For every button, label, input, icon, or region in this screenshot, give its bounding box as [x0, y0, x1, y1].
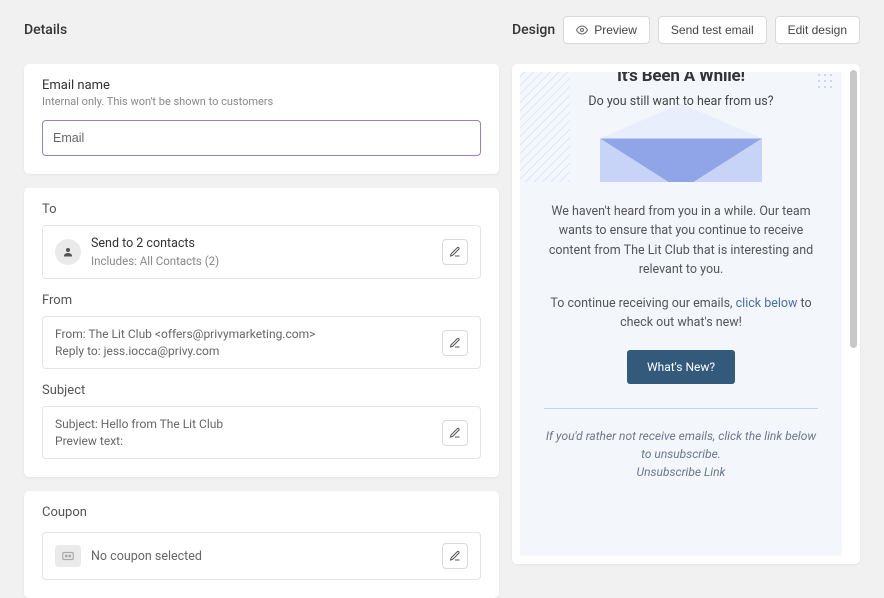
subject-line1: Subject: Hello from The Lit Club [55, 417, 223, 431]
unsubscribe-link[interactable]: Unsubscribe Link [544, 463, 818, 481]
edit-design-button[interactable]: Edit design [775, 16, 860, 44]
recipients-card: To Send to 2 contacts Includes: All Cont… [24, 188, 499, 477]
email-footer-p1: If you'd rather not receive emails, clic… [544, 427, 818, 463]
from-line1: From: The Lit Club <offers@privymarketin… [55, 327, 315, 341]
from-row: From: The Lit Club <offers@privymarketin… [42, 316, 481, 369]
email-preview-panel: It's Been A While! Do you still want to … [512, 64, 860, 564]
email-name-helper: Internal only. This won't be shown to cu… [42, 95, 481, 108]
edit-subject-button[interactable] [442, 420, 468, 446]
email-name-label: Email name [42, 78, 481, 93]
coupon-row: No coupon selected [42, 532, 481, 580]
edit-design-label: Edit design [788, 23, 847, 37]
subject-row: Subject: Hello from The Lit Club Preview… [42, 406, 481, 459]
subject-label: Subject [42, 383, 481, 398]
to-row: Send to 2 contacts Includes: All Contact… [42, 225, 481, 279]
edit-to-button[interactable] [442, 239, 468, 265]
envelope-icon [581, 98, 781, 182]
eye-icon [576, 24, 588, 36]
preview-button-label: Preview [594, 23, 637, 37]
decorative-lines [520, 72, 570, 182]
preview-scrollbar[interactable] [850, 70, 857, 558]
email-name-card: Email name Internal only. This won't be … [24, 64, 499, 174]
preview-button[interactable]: Preview [563, 16, 650, 44]
edit-from-button[interactable] [442, 330, 468, 356]
to-line1: Send to 2 contacts [91, 236, 219, 251]
whats-new-button[interactable]: What's New? [627, 350, 735, 384]
coupon-card: Coupon No coupon selected [24, 491, 499, 598]
coupon-label: Coupon [42, 505, 481, 520]
email-body-p1: We haven't heard from you in a while. Ou… [544, 202, 818, 280]
details-title: Details [24, 22, 67, 38]
from-line2: Reply to: jess.iocca@privy.com [55, 344, 315, 358]
edit-coupon-button[interactable] [442, 543, 468, 569]
to-label: To [42, 202, 481, 217]
email-name-input[interactable] [42, 120, 481, 156]
email-headline: It's Been A While! [520, 72, 842, 86]
divider [544, 408, 818, 409]
design-title: Design [512, 22, 555, 38]
send-test-label: Send test email [671, 23, 754, 37]
to-line2: Includes: All Contacts (2) [91, 254, 219, 268]
coupon-line1: No coupon selected [91, 549, 202, 564]
from-label: From [42, 293, 481, 308]
contacts-icon [55, 239, 81, 265]
send-test-button[interactable]: Send test email [658, 16, 767, 44]
subject-line2: Preview text: [55, 434, 223, 448]
email-body-p2: To continue receiving our emails, click … [544, 294, 818, 333]
